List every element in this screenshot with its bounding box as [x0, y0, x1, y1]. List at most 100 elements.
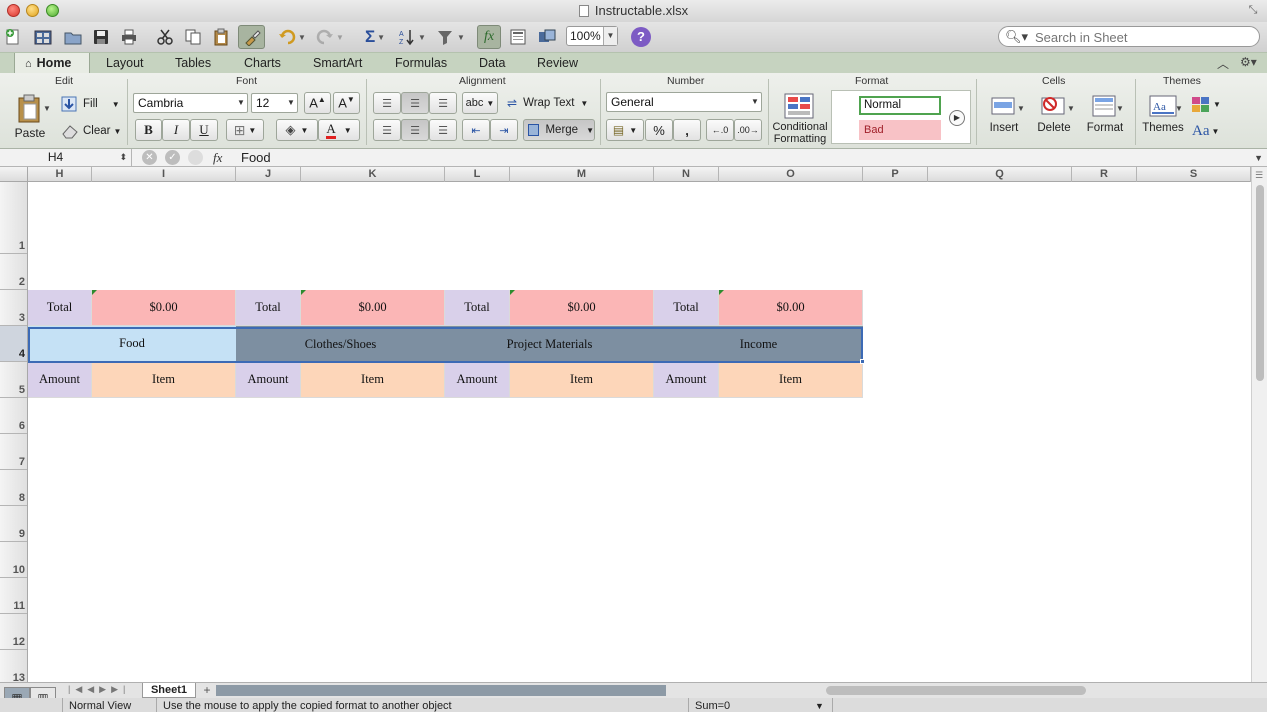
row-header-11[interactable]: 11	[0, 578, 27, 614]
cell-o5[interactable]: Item	[719, 362, 863, 398]
save-button[interactable]	[90, 25, 112, 49]
fill-dropdown-icon[interactable]: ▼	[112, 100, 120, 109]
formula-builder-button[interactable]: fx	[477, 25, 501, 49]
redo-dropdown-icon[interactable]: ▼	[336, 33, 344, 42]
status-sum[interactable]: Sum=0	[695, 699, 730, 712]
align-bottom-button[interactable]: ☰	[429, 92, 457, 114]
row-header-2[interactable]: 2	[0, 254, 27, 290]
tab-review[interactable]: Review	[527, 53, 588, 74]
increase-indent-button[interactable]: ⇥	[490, 119, 518, 141]
fx-label[interactable]: fx	[213, 149, 222, 166]
templates-button[interactable]	[32, 25, 54, 49]
cut-button[interactable]	[154, 25, 176, 49]
cell-l4-merged[interactable]: Project Materials	[445, 326, 654, 362]
zoom-select[interactable]: 100% ▼	[566, 26, 618, 46]
show-formatting-palette-button[interactable]	[507, 25, 529, 49]
autosum-button[interactable]: Σ ▼	[360, 25, 390, 49]
tab-tables[interactable]: Tables	[165, 53, 221, 74]
text-orientation-button[interactable]: abc ▼	[462, 92, 498, 114]
theme-colors-button[interactable]: ▼	[1192, 95, 1221, 113]
format-painter-button[interactable]	[238, 25, 265, 49]
font-color-button[interactable]: A ▼	[318, 119, 360, 141]
confirm-entry-icon[interactable]: ✓	[165, 150, 180, 165]
comma-format-button[interactable]: ,	[673, 119, 701, 141]
tab-charts[interactable]: Charts	[234, 53, 291, 74]
theme-fonts-button[interactable]: Aa ▼	[1192, 122, 1219, 140]
paste-dropdown-icon[interactable]: ▼	[43, 104, 51, 113]
name-box-stepper-icon[interactable]: ⬍	[119, 149, 127, 166]
row-header-5[interactable]: 5	[0, 362, 27, 398]
theme-colors-dropdown-icon[interactable]: ▼	[1213, 100, 1221, 109]
column-header-i[interactable]: I	[92, 167, 236, 182]
cell-n3[interactable]: Total	[654, 290, 719, 326]
font-size-select[interactable]: 12 ▼	[251, 93, 298, 113]
row-header-13[interactable]: 13	[0, 650, 27, 682]
style-normal[interactable]: Normal	[859, 96, 941, 115]
column-header-r[interactable]: R	[1072, 167, 1137, 182]
tab-smartart[interactable]: SmartArt	[303, 53, 372, 74]
underline-button[interactable]: U	[190, 119, 218, 141]
column-header-h[interactable]: H	[28, 167, 92, 182]
cell-o3[interactable]: $0.00	[719, 290, 863, 326]
cancel-entry-icon[interactable]: ✕	[142, 150, 157, 165]
insert-dropdown-icon[interactable]: ▼	[1017, 104, 1025, 113]
row-header-12[interactable]: 12	[0, 614, 27, 650]
horizontal-scroll-thumb[interactable]	[826, 686, 1086, 695]
row-header-8[interactable]: 8	[0, 470, 27, 506]
column-header-o[interactable]: O	[719, 167, 863, 182]
format-cells-button[interactable]: Format	[1083, 92, 1127, 144]
cell-m3[interactable]: $0.00	[510, 290, 654, 326]
cell-i3[interactable]: $0.00	[92, 290, 236, 326]
column-header-m[interactable]: M	[510, 167, 654, 182]
column-header-p[interactable]: P	[863, 167, 928, 182]
currency-format-button[interactable]: ▤ ▼	[606, 119, 644, 141]
cell-i5[interactable]: Item	[92, 362, 236, 398]
row-header-9[interactable]: 9	[0, 506, 27, 542]
clear-dropdown-icon[interactable]: ▼	[113, 127, 121, 136]
merge-dropdown-icon[interactable]: ▼	[586, 126, 594, 135]
cell-k3[interactable]: $0.00	[301, 290, 445, 326]
theme-fonts-dropdown-icon[interactable]: ▼	[1212, 127, 1220, 136]
orientation-dropdown-icon[interactable]: ▼	[486, 99, 494, 108]
add-sheet-icon[interactable]: +	[200, 683, 214, 697]
tab-formulas[interactable]: Formulas	[385, 53, 457, 74]
formula-input[interactable]: Food	[241, 149, 271, 166]
fill-color-dropdown-icon[interactable]: ▼	[301, 126, 309, 135]
paste-toolbar-button[interactable]	[210, 25, 232, 49]
vertical-scrollbar[interactable]: ☰	[1251, 167, 1267, 682]
align-right-button[interactable]: ☰	[429, 119, 457, 141]
fill-button[interactable]: Fill ▼	[61, 95, 120, 113]
number-format-select[interactable]: General ▼	[606, 92, 762, 112]
collapse-ribbon-icon[interactable]: ︿	[1217, 55, 1229, 72]
search-icon[interactable]: 🔍︎▾	[1005, 29, 1028, 45]
formula-bar-expand-icon[interactable]: ▼	[1254, 153, 1263, 163]
align-center-button[interactable]: ☰	[401, 119, 429, 141]
undo-button[interactable]: ▼	[276, 25, 308, 49]
decrease-decimal-button[interactable]: .00→	[734, 119, 762, 141]
row-header-10[interactable]: 10	[0, 542, 27, 578]
media-browser-button[interactable]	[535, 25, 559, 49]
delete-dropdown-icon[interactable]: ▼	[1067, 104, 1075, 113]
redo-button[interactable]: ▼	[314, 25, 346, 49]
cell-n4-merged[interactable]: Income	[654, 326, 863, 362]
align-middle-button[interactable]: ☰	[401, 92, 429, 114]
wrap-text-button[interactable]: ⇌ Wrap Text ▼	[507, 94, 588, 112]
row-header-4[interactable]: 4	[0, 326, 27, 362]
sort-dropdown-icon[interactable]: ▼	[418, 33, 426, 42]
help-icon[interactable]: ?	[631, 27, 651, 47]
delete-button[interactable]: Delete	[1033, 92, 1075, 144]
autosum-dropdown-icon[interactable]: ▼	[377, 33, 385, 42]
cell-l3[interactable]: Total	[445, 290, 510, 326]
increase-font-size-button[interactable]: A▲	[304, 92, 331, 114]
name-box[interactable]: H4 ⬍	[0, 149, 132, 166]
new-document-button[interactable]	[4, 25, 22, 49]
vertical-scroll-thumb[interactable]	[1256, 185, 1264, 381]
column-header-k[interactable]: K	[301, 167, 445, 182]
zoom-dropdown-icon[interactable]: ▼	[603, 27, 617, 45]
sheet-tab-sheet1[interactable]: Sheet1	[142, 683, 196, 698]
column-header-j[interactable]: J	[236, 167, 301, 182]
themes-dropdown-icon[interactable]: ▼	[1175, 104, 1183, 113]
font-family-dropdown-icon[interactable]: ▼	[235, 94, 247, 112]
currency-dropdown-icon[interactable]: ▼	[629, 126, 637, 135]
decrease-font-size-button[interactable]: A▼	[333, 92, 360, 114]
